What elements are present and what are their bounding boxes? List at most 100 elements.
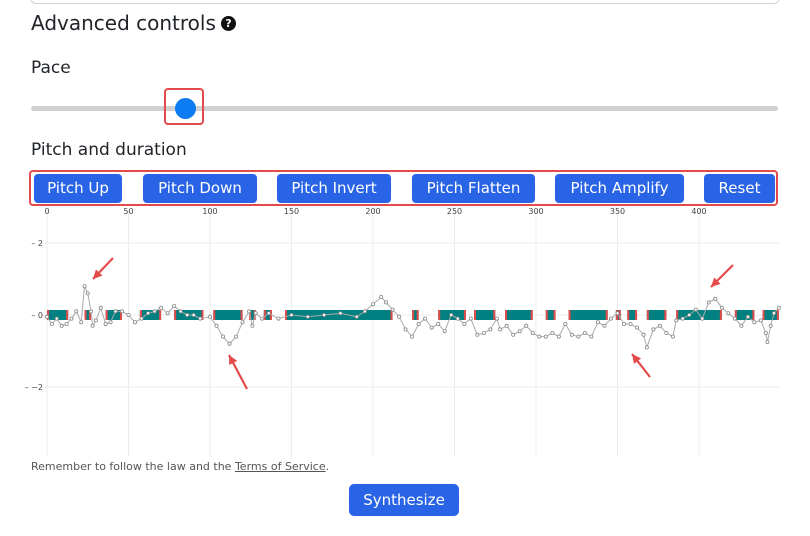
pitch-point[interactable]	[693, 307, 698, 312]
pace-slider-track[interactable]	[31, 106, 778, 111]
pitch-point[interactable]	[719, 305, 724, 310]
pitch-point[interactable]	[390, 307, 395, 312]
pitch-point[interactable]	[221, 334, 226, 339]
pitch-point[interactable]	[103, 322, 108, 327]
pitch-point[interactable]	[468, 316, 473, 321]
pitch-point[interactable]	[569, 332, 574, 337]
pitch-point[interactable]	[227, 341, 232, 346]
pitch-point[interactable]	[442, 329, 447, 334]
pitch-point[interactable]	[700, 316, 705, 321]
pitch-point[interactable]	[455, 316, 460, 321]
pitch-point[interactable]	[752, 320, 757, 325]
pitch-point[interactable]	[462, 322, 467, 327]
pitch-point[interactable]	[423, 316, 428, 321]
pitch-point[interactable]	[79, 320, 84, 325]
pitch-point[interactable]	[214, 323, 219, 328]
pitch-point[interactable]	[64, 322, 69, 327]
pitch-point[interactable]	[146, 311, 151, 316]
question-circle-icon[interactable]: ?	[220, 15, 236, 31]
pitch-point[interactable]	[680, 316, 685, 321]
pitch-point[interactable]	[69, 316, 74, 321]
pitch-point[interactable]	[641, 332, 646, 337]
pitch-point[interactable]	[119, 309, 124, 314]
pitch-point[interactable]	[602, 323, 607, 328]
pitch-point[interactable]	[537, 334, 542, 339]
pitch-point[interactable]	[644, 345, 649, 350]
pitch-point[interactable]	[589, 334, 594, 339]
pitch-point[interactable]	[322, 313, 327, 318]
pitch-point[interactable]	[397, 314, 402, 319]
pitch-point[interactable]	[54, 316, 59, 321]
pitch-point[interactable]	[739, 323, 744, 328]
pitch-point[interactable]	[674, 318, 679, 323]
pitch-point[interactable]	[59, 323, 64, 328]
pitch-point[interactable]	[763, 331, 768, 336]
pitch-point[interactable]	[768, 323, 773, 328]
pitch-point[interactable]	[338, 311, 343, 316]
pitch-point[interactable]	[651, 327, 656, 332]
pitch-point[interactable]	[260, 316, 265, 321]
pitch-point[interactable]	[113, 309, 118, 314]
pitch-point[interactable]	[266, 311, 271, 316]
pitch-point[interactable]	[608, 316, 613, 321]
pitch-point[interactable]	[498, 327, 503, 332]
pitch-point[interactable]	[556, 334, 561, 339]
pitch-point[interactable]	[82, 284, 87, 289]
pitch-point[interactable]	[550, 331, 555, 336]
pitch-point[interactable]	[126, 313, 131, 318]
pitch-point[interactable]	[481, 331, 486, 336]
pitch-point[interactable]	[488, 327, 493, 332]
pitch-point[interactable]	[517, 329, 522, 334]
pitch-point[interactable]	[657, 323, 662, 328]
pitch-point[interactable]	[240, 320, 245, 325]
pitch-point[interactable]	[524, 323, 529, 328]
pitch-point[interactable]	[370, 302, 375, 307]
pitch-point[interactable]	[379, 295, 384, 300]
pitch-point[interactable]	[152, 309, 157, 314]
terms-of-service-link[interactable]: Terms of Service	[235, 460, 326, 473]
synthesize-button[interactable]: Synthesize	[349, 484, 459, 516]
pitch-point[interactable]	[615, 311, 620, 316]
pitch-point[interactable]	[133, 320, 138, 325]
pitch-point[interactable]	[429, 325, 434, 330]
pitch-point[interactable]	[178, 309, 183, 314]
pitch-point[interactable]	[776, 305, 781, 310]
pitch-point[interactable]	[745, 314, 750, 319]
pitch-point[interactable]	[706, 300, 711, 305]
pitch-point[interactable]	[90, 323, 95, 328]
pitch-point[interactable]	[511, 332, 516, 337]
pitch-point[interactable]	[185, 313, 190, 318]
pitch-point[interactable]	[726, 311, 731, 316]
pitch-point[interactable]	[622, 322, 627, 327]
pitch-point[interactable]	[504, 323, 509, 328]
pitch-point[interactable]	[250, 323, 255, 328]
pitch-point[interactable]	[595, 320, 600, 325]
pitch-point[interactable]	[289, 313, 294, 318]
pitch-point[interactable]	[198, 316, 203, 321]
pitch-point[interactable]	[139, 316, 144, 321]
pitch-point[interactable]	[758, 318, 763, 323]
pitch-point[interactable]	[576, 334, 581, 339]
pitch-point[interactable]	[234, 334, 239, 339]
pitch-point[interactable]	[563, 322, 568, 327]
pitch-point[interactable]	[403, 327, 408, 332]
pitch-point[interactable]	[362, 309, 367, 314]
pitch-point[interactable]	[543, 334, 548, 339]
pitch-point[interactable]	[276, 316, 281, 321]
pitch-point[interactable]	[687, 313, 692, 318]
pitch-point[interactable]	[172, 304, 177, 309]
pitch-point[interactable]	[732, 316, 737, 321]
pitch-point[interactable]	[159, 305, 164, 310]
pitch-point[interactable]	[449, 313, 454, 318]
pitch-point[interactable]	[207, 314, 212, 319]
pitch-point[interactable]	[74, 309, 79, 314]
pitch-point[interactable]	[475, 332, 480, 337]
pitch-point[interactable]	[89, 309, 94, 314]
pitch-point[interactable]	[247, 309, 252, 314]
pitch-point[interactable]	[765, 339, 770, 344]
pitch-point[interactable]	[384, 300, 389, 305]
pitch-point[interactable]	[771, 311, 776, 316]
pitch-point[interactable]	[253, 311, 258, 316]
pitch-point[interactable]	[628, 322, 633, 327]
pitch-point[interactable]	[713, 296, 718, 301]
